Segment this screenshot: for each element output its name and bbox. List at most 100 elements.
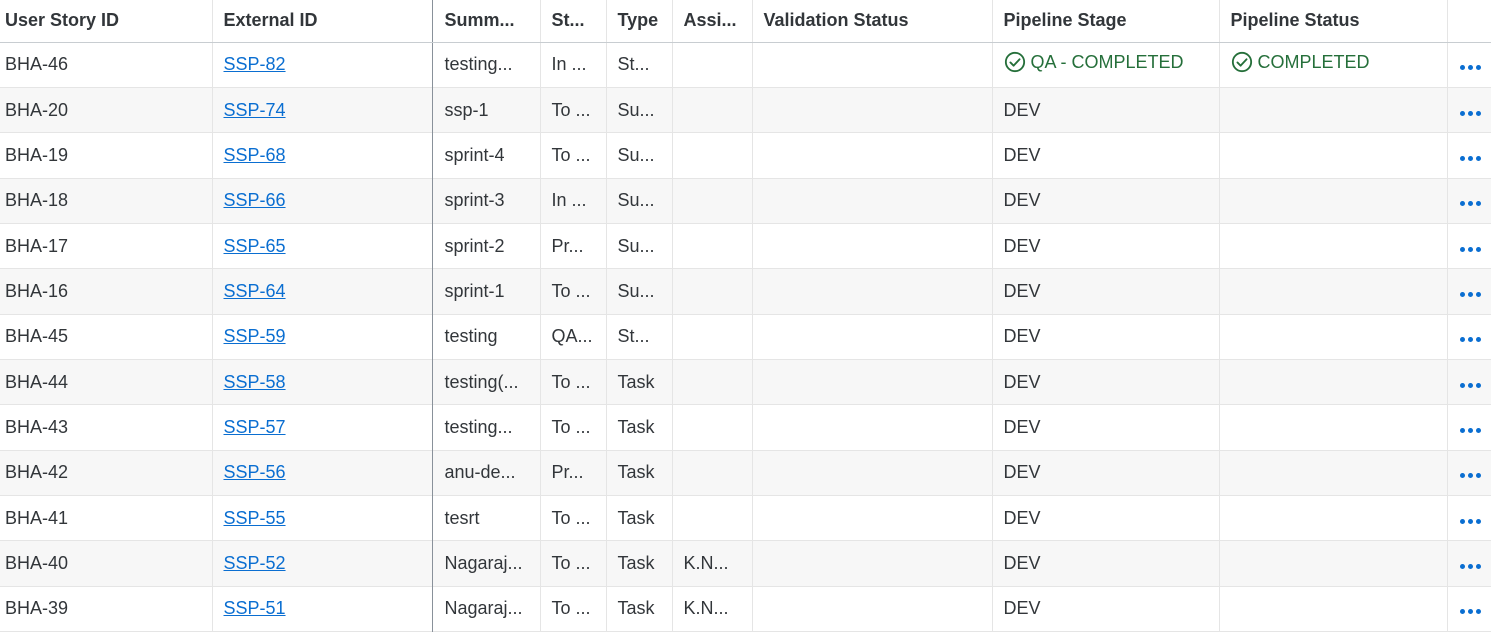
table-row[interactable]: BHA-46 SSP-82 testing... In ... St... QA… bbox=[0, 42, 1491, 88]
table-row[interactable]: BHA-39 SSP-51 Nagaraj... To ... Task K.N… bbox=[0, 586, 1491, 632]
validation-status-cell bbox=[751, 540, 992, 587]
row-actions-cell bbox=[1446, 314, 1491, 360]
validation-status-cell bbox=[751, 495, 992, 541]
pipeline-stage-label: QA - COMPLETED bbox=[1030, 51, 1184, 72]
table-row[interactable]: BHA-43 SSP-57 testing... To ... Task DEV bbox=[0, 404, 1491, 451]
more-actions-icon[interactable] bbox=[1459, 382, 1481, 388]
more-actions-icon[interactable] bbox=[1459, 427, 1481, 433]
table-row[interactable]: BHA-40 SSP-52 Nagaraj... To ... Task K.N… bbox=[0, 540, 1491, 587]
user-story-id-cell: BHA-39 bbox=[5, 598, 69, 619]
more-actions-icon[interactable] bbox=[1459, 201, 1481, 207]
row-actions-cell bbox=[1446, 359, 1491, 405]
column-header-status[interactable]: St... bbox=[539, 0, 606, 43]
summary-cell: sprint-4 bbox=[431, 132, 540, 179]
external-id-link[interactable]: SSP-57 bbox=[224, 417, 286, 437]
external-id-link[interactable]: SSP-59 bbox=[224, 326, 286, 346]
row-actions-cell bbox=[1446, 586, 1491, 632]
more-actions-icon[interactable] bbox=[1459, 563, 1481, 569]
more-actions-icon[interactable] bbox=[1459, 65, 1481, 71]
pipeline-stage-cell: DEV bbox=[991, 540, 1219, 587]
pipeline-stage-cell: QA - COMPLETED bbox=[991, 42, 1219, 88]
more-actions-icon[interactable] bbox=[1459, 473, 1481, 479]
column-header-pipeline-stage[interactable]: Pipeline Stage bbox=[991, 0, 1219, 43]
table-row[interactable]: BHA-18 SSP-66 sprint-3 In ... Su... DEV bbox=[0, 178, 1491, 224]
validation-status-cell bbox=[751, 586, 992, 632]
assignee-cell bbox=[671, 223, 752, 269]
validation-status-cell bbox=[751, 132, 992, 179]
summary-cell: Nagaraj... bbox=[431, 586, 540, 632]
external-id-link[interactable]: SSP-51 bbox=[224, 598, 286, 618]
column-header-summary[interactable]: Summ... bbox=[431, 0, 540, 43]
type-cell: Task bbox=[605, 586, 672, 632]
validation-status-cell bbox=[751, 359, 992, 405]
row-actions-cell bbox=[1446, 495, 1491, 541]
external-id-cell: SSP-66 bbox=[211, 178, 432, 224]
summary-cell: testing(... bbox=[431, 359, 540, 405]
table-row[interactable]: BHA-41 SSP-55 tesrt To ... Task DEV bbox=[0, 495, 1491, 541]
validation-status-cell bbox=[751, 87, 992, 133]
assignee-cell: K.N... bbox=[671, 586, 752, 632]
validation-status-cell bbox=[751, 268, 992, 315]
row-actions-cell bbox=[1446, 223, 1491, 269]
table-row[interactable]: BHA-44 SSP-58 testing(... To ... Task DE… bbox=[0, 359, 1491, 405]
pipeline-status-cell bbox=[1218, 132, 1447, 179]
external-id-link[interactable]: SSP-66 bbox=[224, 190, 286, 210]
external-id-link[interactable]: SSP-52 bbox=[224, 553, 286, 573]
summary-cell: anu-de... bbox=[431, 450, 540, 496]
external-id-link[interactable]: SSP-68 bbox=[224, 145, 286, 165]
external-id-link[interactable]: SSP-56 bbox=[224, 462, 286, 482]
pipeline-stage-cell: DEV bbox=[991, 132, 1219, 179]
column-header-external-id[interactable]: External ID bbox=[211, 0, 432, 43]
more-actions-icon[interactable] bbox=[1459, 155, 1481, 161]
table-row[interactable]: BHA-17 SSP-65 sprint-2 Pr... Su... DEV bbox=[0, 223, 1491, 269]
table-row[interactable]: BHA-42 SSP-56 anu-de... Pr... Task DEV bbox=[0, 450, 1491, 496]
status-cell: To ... bbox=[539, 268, 606, 315]
pipeline-status-cell bbox=[1218, 404, 1447, 451]
external-id-link[interactable]: SSP-64 bbox=[224, 281, 286, 301]
more-actions-icon[interactable] bbox=[1459, 337, 1481, 343]
column-header-validation-status[interactable]: Validation Status bbox=[751, 0, 992, 43]
summary-cell: Nagaraj... bbox=[431, 540, 540, 587]
external-id-link[interactable]: SSP-82 bbox=[224, 54, 286, 74]
external-id-cell: SSP-55 bbox=[211, 495, 432, 541]
pipeline-status-cell: COMPLETED bbox=[1218, 42, 1447, 88]
external-id-link[interactable]: SSP-74 bbox=[224, 100, 286, 120]
more-actions-icon[interactable] bbox=[1459, 609, 1481, 615]
table-row[interactable]: BHA-16 SSP-64 sprint-1 To ... Su... DEV bbox=[0, 268, 1491, 315]
column-header-user-story-id[interactable]: User Story ID bbox=[0, 0, 212, 43]
type-cell: Su... bbox=[605, 132, 672, 179]
user-stories-table: User Story ID External ID Summ... St... … bbox=[0, 0, 1491, 632]
column-header-pipeline-status[interactable]: Pipeline Status bbox=[1218, 0, 1447, 43]
type-cell: St... bbox=[605, 42, 672, 88]
pipeline-stage-cell: DEV bbox=[991, 450, 1219, 496]
table-row[interactable]: BHA-20 SSP-74 ssp-1 To ... Su... DEV bbox=[0, 87, 1491, 133]
pipeline-stage-cell: DEV bbox=[991, 404, 1219, 451]
user-story-id-cell: BHA-44 bbox=[5, 371, 69, 392]
table-row[interactable]: BHA-19 SSP-68 sprint-4 To ... Su... DEV bbox=[0, 132, 1491, 179]
more-actions-icon[interactable] bbox=[1459, 518, 1481, 524]
pipeline-stage-cell: DEV bbox=[991, 223, 1219, 269]
user-story-id-cell: BHA-43 bbox=[5, 416, 69, 437]
column-header-assignee[interactable]: Assi... bbox=[671, 0, 752, 43]
more-actions-icon[interactable] bbox=[1459, 291, 1481, 297]
summary-cell: testing... bbox=[431, 404, 540, 451]
more-actions-icon[interactable] bbox=[1459, 110, 1481, 116]
external-id-cell: SSP-82 bbox=[211, 42, 432, 88]
type-cell: Task bbox=[605, 359, 672, 405]
external-id-cell: SSP-51 bbox=[211, 586, 432, 632]
table-row[interactable]: BHA-45 SSP-59 testing QA... St... DEV bbox=[0, 314, 1491, 360]
pipeline-stage-cell: DEV bbox=[991, 268, 1219, 315]
column-header-type[interactable]: Type bbox=[605, 0, 672, 43]
external-id-link[interactable]: SSP-58 bbox=[224, 372, 286, 392]
summary-cell: testing... bbox=[431, 42, 540, 88]
validation-status-cell bbox=[751, 450, 992, 496]
type-cell: Task bbox=[605, 450, 672, 496]
validation-status-cell bbox=[751, 223, 992, 269]
more-actions-icon[interactable] bbox=[1459, 246, 1481, 252]
assignee-cell bbox=[671, 314, 752, 360]
validation-status-cell bbox=[751, 178, 992, 224]
pipeline-status-cell bbox=[1218, 178, 1447, 224]
assignee-cell bbox=[671, 132, 752, 179]
external-id-link[interactable]: SSP-65 bbox=[224, 236, 286, 256]
external-id-link[interactable]: SSP-55 bbox=[224, 508, 286, 528]
